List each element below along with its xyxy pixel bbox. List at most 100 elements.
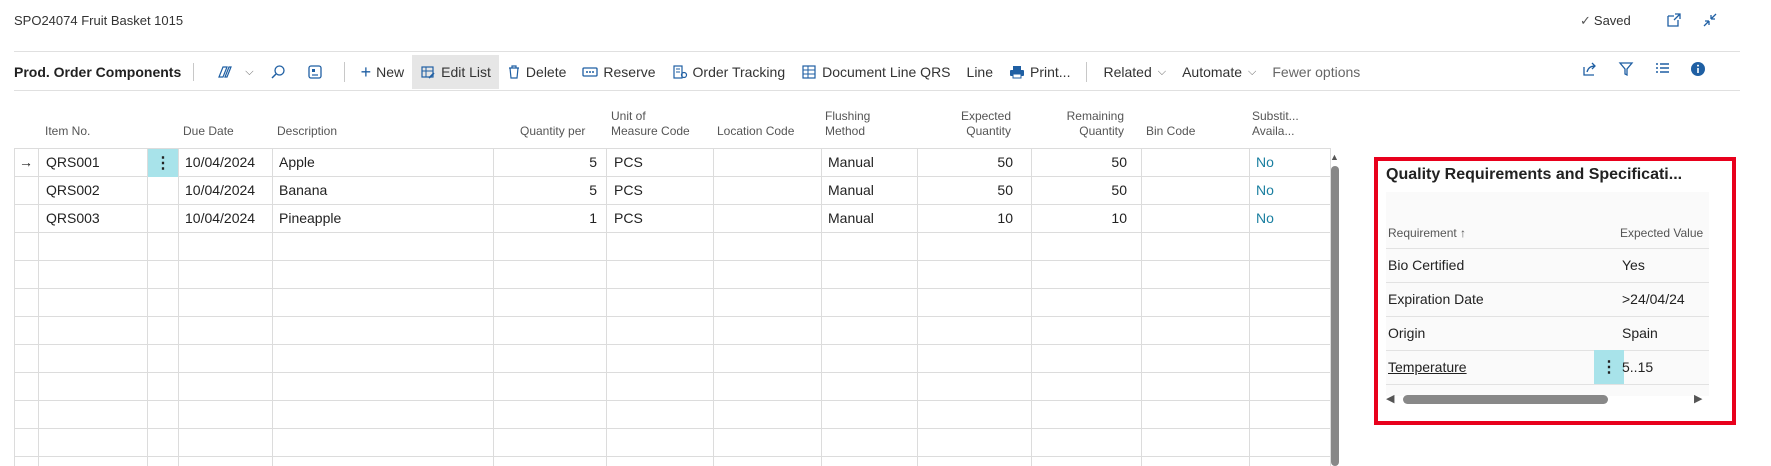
factbox-column-requirement-label: Requirement (1388, 226, 1457, 240)
share-icon[interactable] (1572, 61, 1608, 77)
automate-label: Automate (1182, 64, 1243, 80)
info-icon[interactable] (1680, 61, 1716, 77)
copilot-dropdown-button[interactable]: ⌵ (208, 55, 261, 89)
due-date-cell[interactable]: 10/04/2024 (185, 204, 270, 232)
delete-button[interactable]: Delete (499, 55, 574, 89)
empty-table-row[interactable] (14, 288, 1330, 317)
uom-cell[interactable]: PCS (614, 204, 704, 232)
scroll-right-arrow-icon[interactable]: ▶ (1694, 392, 1702, 405)
automate-menu-button[interactable]: Automate ⌵ (1174, 55, 1264, 89)
column-header-flushing-method[interactable]: Flushing Method (825, 109, 870, 139)
column-header-uom-line2: Measure Code (611, 124, 690, 138)
expected-quantity-cell[interactable]: 50 (917, 176, 1013, 204)
remaining-quantity-cell[interactable]: 50 (1031, 176, 1127, 204)
requirement-cell[interactable]: Temperature (1388, 350, 1467, 384)
empty-table-row[interactable] (14, 260, 1330, 289)
print-button[interactable]: Print... (1001, 55, 1078, 89)
current-row-arrow-icon: → (19, 154, 33, 170)
toolbar-divider (14, 90, 1740, 91)
empty-table-row[interactable] (14, 232, 1330, 261)
order-tracking-label: Order Tracking (692, 64, 786, 80)
substitution-available-cell[interactable]: No (1256, 204, 1316, 232)
column-header-description[interactable]: Description (277, 124, 337, 139)
fewer-options-button[interactable]: Fewer options (1264, 55, 1368, 89)
vertical-scrollbar-thumb[interactable] (1331, 166, 1339, 466)
factbox-list-item[interactable] (1386, 316, 1709, 351)
header-divider (14, 51, 1740, 52)
column-header-expected-quantity[interactable]: Expected Quantity (951, 109, 1011, 139)
column-header-location-code[interactable]: Location Code (717, 124, 794, 139)
trash-icon (507, 64, 521, 80)
factbox-column-requirement[interactable]: Requirement ↑ (1388, 226, 1466, 240)
item-no-cell[interactable]: QRS002 (46, 176, 141, 204)
related-menu-button[interactable]: Related ⌵ (1095, 55, 1174, 89)
scroll-up-arrow-icon[interactable]: ▲ (1330, 152, 1339, 162)
line-menu-button[interactable]: Line (959, 55, 1001, 89)
description-cell[interactable]: Apple (279, 148, 479, 176)
quantity-per-cell[interactable]: 5 (493, 148, 597, 176)
description-cell[interactable]: Banana (279, 176, 479, 204)
column-header-uom[interactable]: Unit of Measure Code (611, 109, 690, 139)
column-header-quantity-per[interactable]: Quantity per (520, 124, 585, 139)
substitution-available-cell[interactable]: No (1256, 176, 1316, 204)
horizontal-scrollbar-thumb[interactable] (1403, 395, 1608, 404)
filter-icon[interactable] (1608, 61, 1644, 77)
column-header-substitution[interactable]: Substit... Availa... (1252, 109, 1299, 139)
remaining-quantity-cell[interactable]: 50 (1031, 148, 1127, 176)
show-as-tiles-button[interactable] (299, 55, 336, 89)
document-line-qrs-button[interactable]: Document Line QRS (793, 55, 958, 89)
uom-cell[interactable]: PCS (614, 148, 704, 176)
due-date-cell[interactable]: 10/04/2024 (185, 148, 270, 176)
flushing-method-cell[interactable]: Manual (828, 176, 913, 204)
item-no-cell[interactable]: QRS003 (46, 204, 141, 232)
column-header-due-date[interactable]: Due Date (183, 124, 234, 139)
empty-table-row[interactable] (14, 400, 1330, 429)
flushing-method-cell[interactable]: Manual (828, 204, 913, 232)
fewer-options-label: Fewer options (1272, 64, 1361, 80)
page-title: SPO24074 Fruit Basket 1015 (14, 13, 184, 28)
list-view-icon[interactable] (1644, 61, 1680, 77)
reserve-button[interactable]: Reserve (574, 55, 663, 89)
search-button[interactable] (262, 55, 299, 89)
saved-label: Saved (1593, 13, 1631, 28)
item-no-cell[interactable]: QRS001 (46, 148, 141, 176)
document-line-qrs-label: Document Line QRS (822, 64, 951, 80)
layout-icon (307, 64, 323, 80)
order-tracking-icon (672, 64, 688, 80)
quantity-per-cell[interactable]: 5 (493, 176, 597, 204)
description-cell[interactable]: Pineapple (279, 204, 479, 232)
expected-quantity-cell[interactable]: 10 (917, 204, 1013, 232)
column-header-flushing-line2: Method (825, 124, 866, 138)
collapse-icon[interactable] (1700, 10, 1720, 30)
uom-cell[interactable]: PCS (614, 176, 704, 204)
row-actions-menu-button[interactable]: ⋮ (148, 149, 178, 177)
empty-table-row[interactable] (14, 344, 1330, 373)
column-header-expected-line2: Quantity (966, 124, 1011, 138)
toolbar-right-icons (1572, 61, 1716, 77)
edit-list-button[interactable]: Edit List (412, 55, 499, 89)
remaining-quantity-cell[interactable]: 10 (1031, 204, 1127, 232)
sort-ascending-icon: ↑ (1460, 226, 1467, 240)
empty-table-row[interactable] (14, 428, 1330, 457)
factbox-column-expected-value[interactable]: Expected Value (1620, 226, 1703, 240)
factbox-row-actions-button[interactable]: ⋮ (1594, 350, 1624, 384)
check-icon: ✓ (1580, 13, 1591, 28)
expected-value-cell: 5..15 (1622, 359, 1654, 375)
flushing-method-cell[interactable]: Manual (828, 148, 913, 176)
empty-table-row[interactable] (14, 316, 1330, 345)
substitution-available-cell[interactable]: No (1256, 148, 1316, 176)
toolbar-separator (343, 62, 345, 82)
empty-table-row[interactable] (14, 372, 1330, 401)
scroll-left-arrow-icon[interactable]: ◀ (1386, 392, 1394, 405)
column-header-bin-code[interactable]: Bin Code (1146, 124, 1195, 139)
column-header-item-no[interactable]: Item No. (45, 124, 90, 139)
open-in-new-window-icon[interactable] (1664, 10, 1684, 30)
column-header-expected-line1: Expected (960, 109, 1011, 123)
order-tracking-button[interactable]: Order Tracking (664, 55, 794, 89)
requirement-cell: Expiration Date (1388, 291, 1484, 307)
expected-quantity-cell[interactable]: 50 (917, 148, 1013, 176)
new-button[interactable]: + New (353, 55, 413, 89)
column-header-remaining-quantity[interactable]: Remaining Quantity (1054, 109, 1124, 139)
quantity-per-cell[interactable]: 1 (493, 204, 597, 232)
due-date-cell[interactable]: 10/04/2024 (185, 176, 270, 204)
